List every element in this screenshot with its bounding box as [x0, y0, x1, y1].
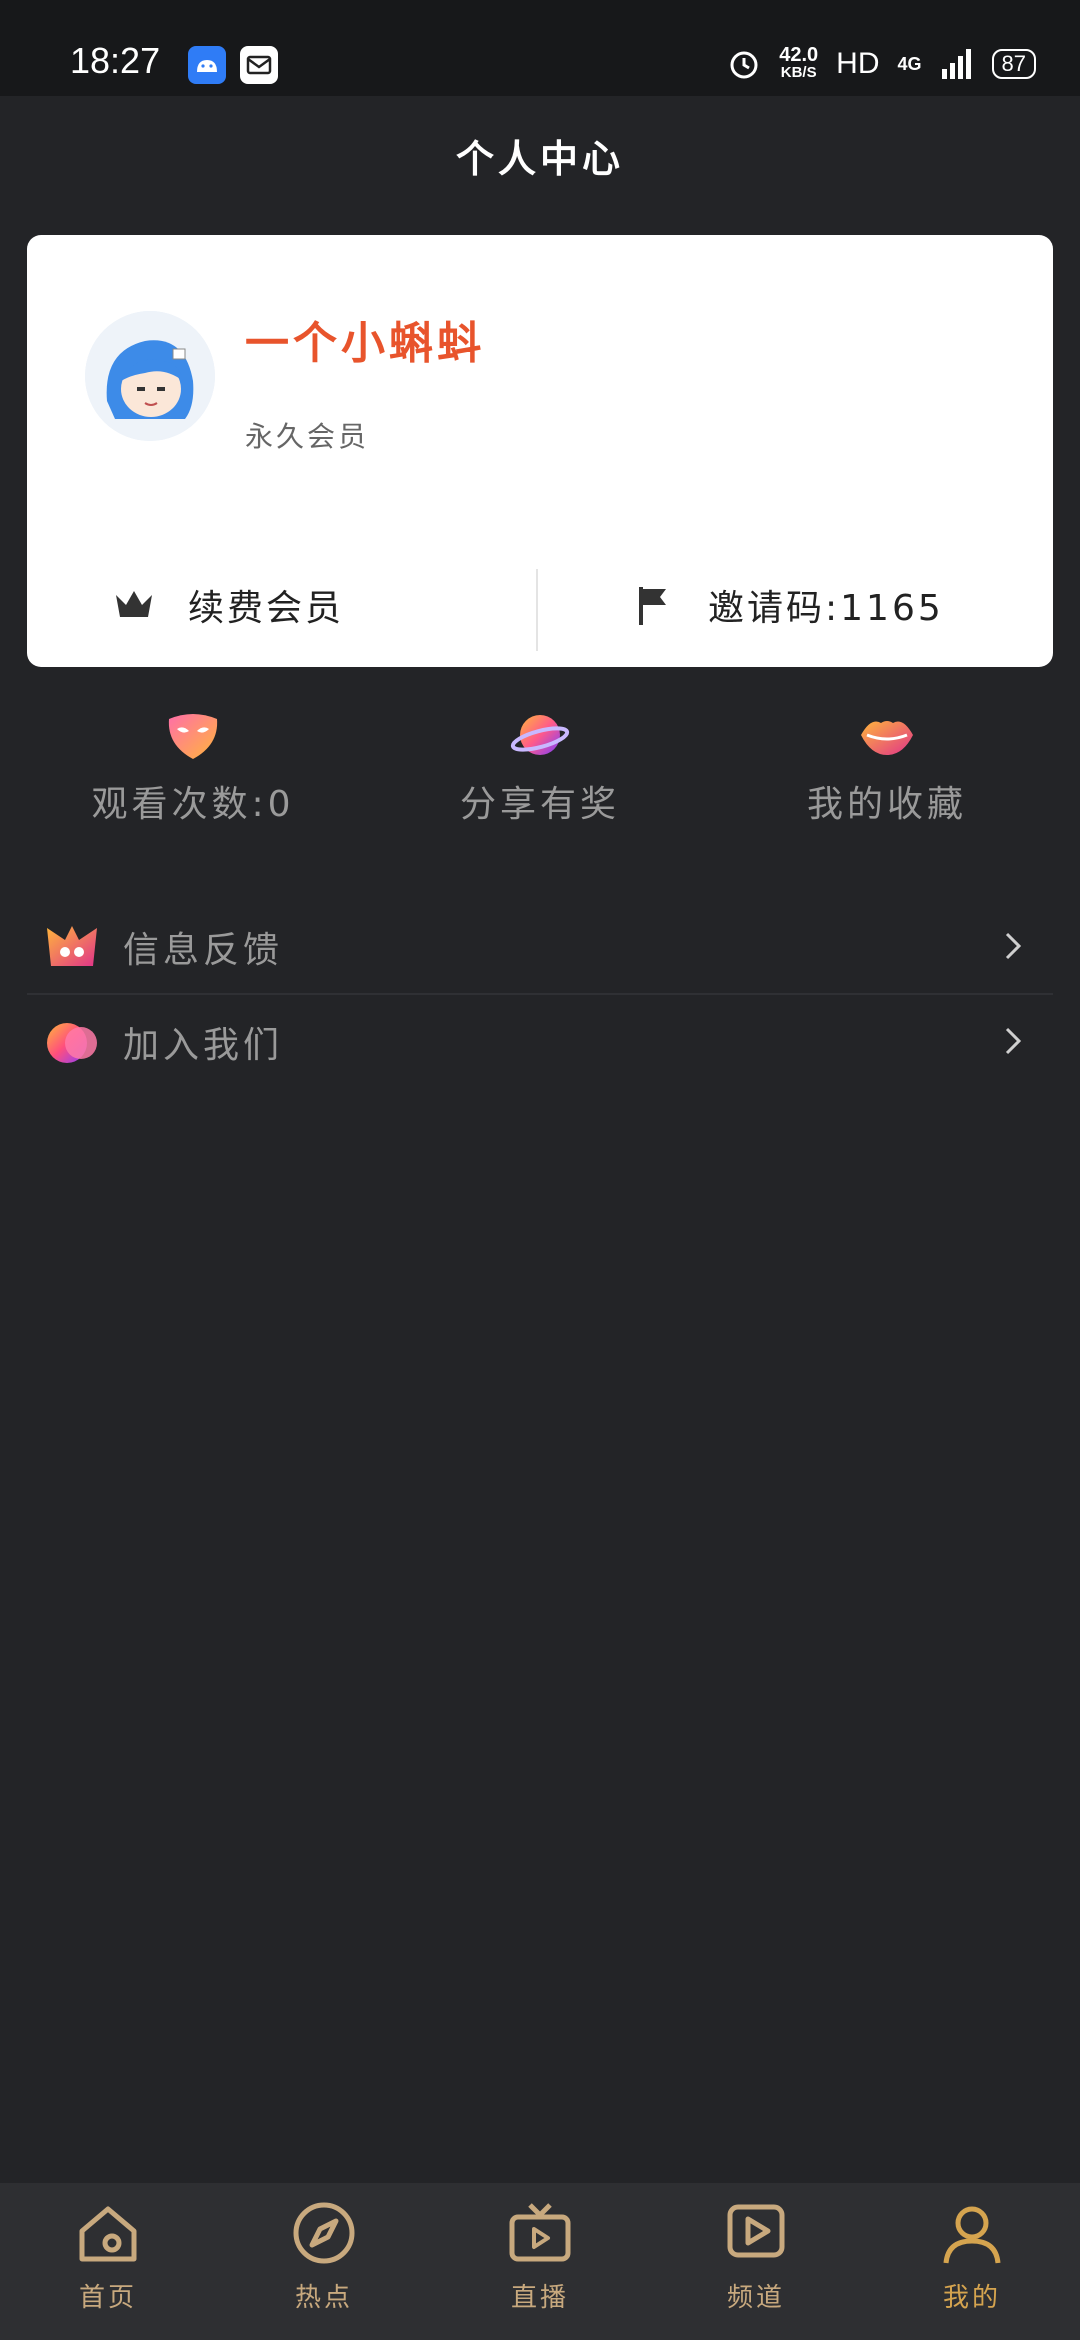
signal-icon [941, 49, 971, 79]
planet-icon [510, 715, 570, 755]
status-time: 18:27 [70, 40, 161, 81]
chevron-right-icon [1005, 932, 1022, 960]
mask-icon [168, 714, 218, 759]
tab-home-label: 首页 [78, 2283, 137, 2313]
avatar[interactable] [85, 311, 215, 441]
join-icon [47, 1022, 97, 1063]
mail-icon [240, 46, 278, 84]
tab-channel-label: 频道 [726, 2283, 785, 2313]
status-icons: 42.0 KB/S HD 4G 87 [727, 44, 1036, 82]
compass-icon [293, 2202, 355, 2264]
renew-membership-button[interactable]: 续费会员 [112, 565, 344, 645]
username: 一个小蝌蚪 [245, 318, 485, 369]
home-icon [79, 2206, 137, 2262]
tab-mine[interactable]: 我的 [864, 2183, 1080, 2340]
favorites-label: 我的收藏 [806, 784, 967, 825]
feedback-icon [47, 925, 97, 966]
quick-links: 观看次数:0 分享有奖 我的收藏 [0, 705, 1080, 825]
flag-icon [639, 587, 666, 625]
chevron-right-icon [1005, 1027, 1022, 1055]
tab-channel[interactable]: 频道 [648, 2183, 864, 2340]
invite-code-label: 邀请码:1165 [708, 588, 944, 629]
share-reward-link[interactable]: 分享有奖 [390, 705, 690, 827]
user-icon [943, 2206, 1001, 2264]
page-title: 个人中心 [455, 137, 624, 181]
play-icon [727, 2204, 785, 2258]
settings-menu: 信息反馈 加入我们 [27, 900, 1053, 1088]
network-type: 4G [897, 53, 922, 74]
favorites-link[interactable]: 我的收藏 [737, 705, 1037, 827]
card-divider [536, 569, 538, 651]
bottom-tab-bar: 首页 热点 直播 频道 我的 [0, 2183, 1080, 2340]
tab-hot[interactable]: 热点 [216, 2183, 432, 2340]
invite-code-button[interactable]: 邀请码:1165 [632, 565, 944, 645]
watch-count-label: 观看次数:0 [91, 784, 295, 825]
tab-hot-label: 热点 [294, 2283, 353, 2313]
menu-item-feedback[interactable]: 信息反馈 [27, 900, 1053, 993]
hd-indicator: HD [836, 47, 880, 80]
tab-home[interactable]: 首页 [0, 2183, 216, 2340]
tab-live-label: 直播 [510, 2283, 569, 2313]
lips-icon [861, 721, 913, 755]
watch-count-link[interactable]: 观看次数:0 [43, 705, 343, 827]
battery-indicator: 87 [991, 49, 1036, 79]
profile-card: 一个小蝌蚪 永久会员 续费会员 邀请码:1165 [27, 235, 1053, 667]
tab-mine-label: 我的 [942, 2283, 1001, 2313]
menu-item-feedback-label: 信息反馈 [123, 929, 284, 971]
status-bar: 18:27 42.0 KB/S HD 4G 87 [0, 0, 1080, 96]
tab-live[interactable]: 直播 [432, 2183, 648, 2340]
member-level: 永久会员 [245, 420, 370, 453]
tv-icon [509, 2203, 571, 2262]
share-reward-label: 分享有奖 [459, 784, 620, 825]
menu-item-join[interactable]: 加入我们 [27, 993, 1053, 1088]
alarm-icon [730, 51, 758, 79]
menu-item-join-label: 加入我们 [123, 1024, 284, 1066]
crown-icon [116, 591, 152, 617]
android-icon [188, 46, 226, 84]
net-speed: 42.0 KB/S [779, 44, 819, 81]
renew-membership-label: 续费会员 [188, 588, 345, 629]
